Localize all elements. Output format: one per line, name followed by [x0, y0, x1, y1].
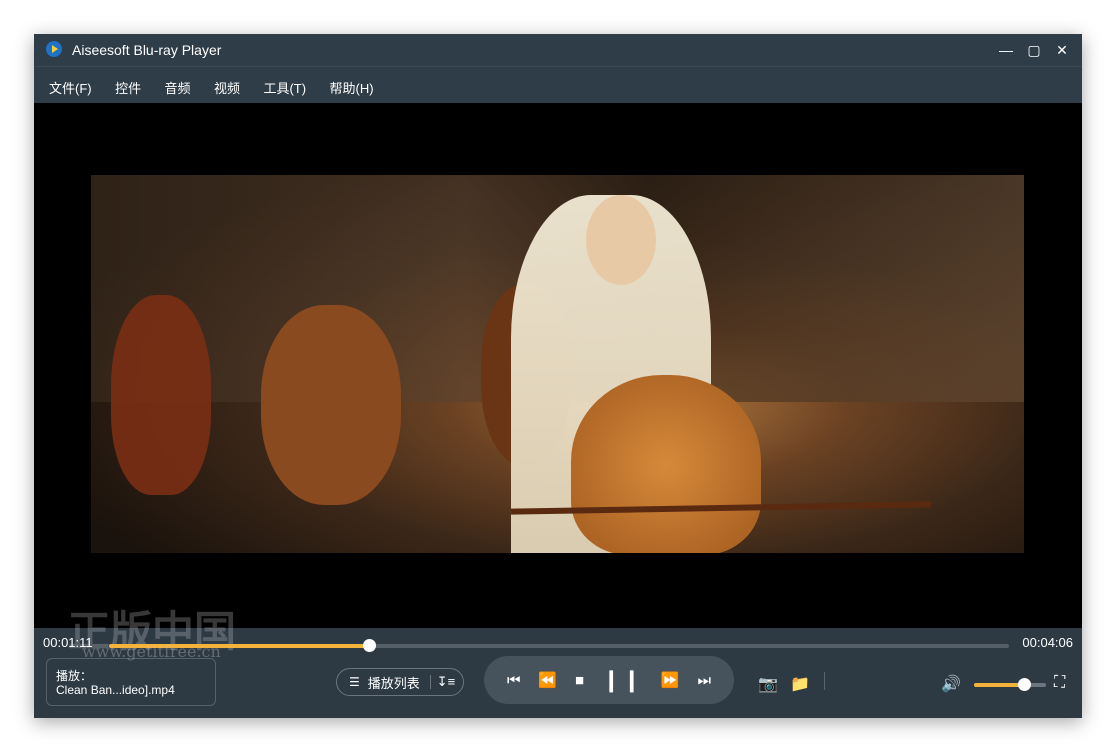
control-bar: 正版中国 00:01:11 00:04:06 播放： Clean Ban...i… — [34, 607, 1082, 718]
skip-previous-icon[interactable]: ⏮ — [507, 672, 521, 689]
menu-file[interactable]: 文件(F) — [49, 78, 92, 97]
menu-bar: 文件(F) 控件 音频 视频 工具(T) 帮助(H) — [34, 66, 1082, 103]
progress-slider[interactable] — [109, 639, 1009, 652]
menu-help[interactable]: 帮助(H) — [330, 78, 374, 97]
stop-icon[interactable]: ■ — [575, 672, 584, 689]
minimize-icon[interactable]: — — [992, 34, 1020, 66]
volume-slider[interactable] — [974, 678, 1046, 691]
fullscreen-icon[interactable]: ⛶ — [1054, 674, 1065, 692]
speaker-icon[interactable]: 🔊 — [941, 674, 961, 694]
now-playing-label: 播放： — [56, 669, 93, 683]
sort-icon[interactable]: ↧≡ — [437, 674, 455, 690]
playlist-label: 播放列表 — [367, 675, 420, 691]
player-window: Aiseesoft Blu-ray Player — ▢ ✕ 文件(F) 控件 … — [34, 34, 1082, 718]
video-frame — [91, 175, 1024, 553]
playlist-button[interactable]: ☰ 播放列表 ↧≡ — [336, 668, 464, 696]
window-controls: — ▢ ✕ — [992, 34, 1076, 66]
rewind-icon[interactable]: ⏪ — [538, 671, 557, 689]
app-logo-icon — [46, 41, 62, 57]
watermark-url: www.getitfree.cn — [82, 642, 221, 661]
window-title: Aiseesoft Blu-ray Player — [72, 42, 222, 58]
menu-audio[interactable]: 音频 — [165, 78, 191, 97]
pause-icon[interactable]: ❙❙ — [602, 667, 643, 693]
folder-icon[interactable]: 📁 — [790, 674, 810, 694]
transport-controls: ⏮ ⏪ ■ ❙❙ ⏩ ⏭ — [484, 656, 734, 704]
fast-forward-icon[interactable]: ⏩ — [661, 671, 680, 689]
volume-knob[interactable] — [1018, 678, 1032, 691]
camera-icon[interactable]: 📷 — [758, 674, 778, 694]
menu-controls[interactable]: 控件 — [115, 78, 141, 97]
title-bar: Aiseesoft Blu-ray Player — ▢ ✕ — [34, 34, 1082, 66]
now-playing-file: Clean Ban...ideo].mp4 — [56, 683, 175, 697]
menu-video[interactable]: 视频 — [214, 78, 240, 97]
total-time: 00:04:06 — [1022, 635, 1073, 650]
maximize-icon[interactable]: ▢ — [1020, 34, 1048, 66]
video-area[interactable] — [34, 103, 1082, 628]
volume-fill — [974, 683, 1025, 687]
progress-knob[interactable] — [363, 639, 377, 652]
now-playing-box: 播放： Clean Ban...ideo].mp4 — [46, 658, 216, 706]
list-icon: ☰ — [349, 675, 360, 689]
menu-tools[interactable]: 工具(T) — [263, 78, 306, 97]
close-icon[interactable]: ✕ — [1048, 34, 1076, 66]
skip-next-icon[interactable]: ⏭ — [697, 672, 711, 689]
